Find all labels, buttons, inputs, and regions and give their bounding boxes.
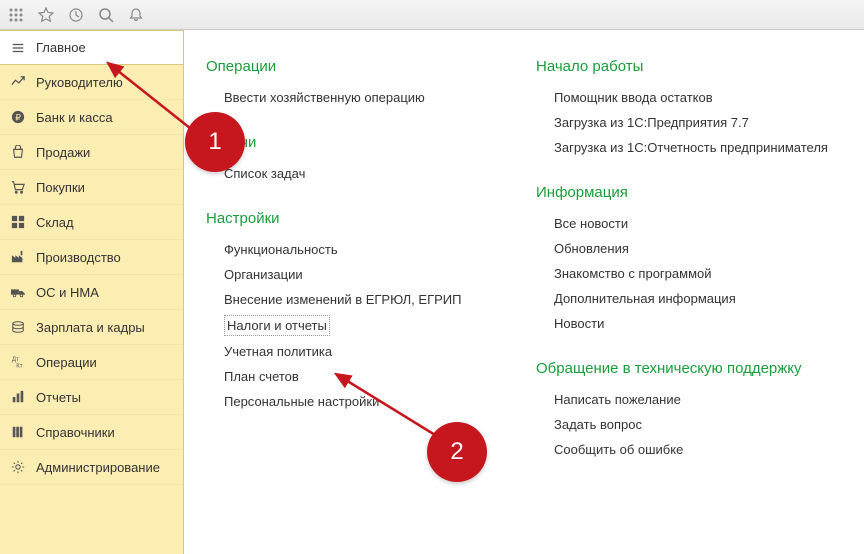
topbar — [0, 0, 864, 30]
coins-icon — [10, 319, 26, 335]
bars-icon — [10, 389, 26, 405]
annotation-circle-2: 2 — [427, 422, 487, 482]
section-title[interactable]: Настройки — [206, 210, 486, 227]
sidebar-item-label: Продажи — [36, 145, 90, 160]
section-link[interactable]: Налоги и отчеты — [224, 315, 330, 336]
section-link[interactable]: Задать вопрос — [536, 412, 856, 437]
sidebar-item-label: Главное — [36, 40, 86, 55]
section-link[interactable]: Организации — [206, 262, 486, 287]
content-right-col: Начало работыПомощник ввода остатковЗагр… — [536, 58, 856, 534]
section: Начало работыПомощник ввода остатковЗагр… — [536, 58, 856, 160]
section: Информация Все новостиОбновленияЗнакомств… — [536, 184, 856, 336]
section-link[interactable]: Обновления — [536, 236, 856, 261]
annotation-number-1: 1 — [208, 128, 221, 156]
section-link[interactable]: План счетов — [206, 364, 486, 389]
svg-text:Кт: Кт — [16, 362, 23, 369]
sidebar: Главное Руководителю ₽ Банк и касса Продажи П… — [0, 30, 184, 554]
section-title[interactable]: Операции — [206, 58, 486, 75]
section-title[interactable]: Начало работы — [536, 58, 856, 75]
section-link[interactable]: Персональные настройки — [206, 389, 486, 414]
sidebar-item-2[interactable]: ₽ Банк и касса — [0, 100, 183, 135]
sidebar-item-10[interactable]: Отчеты — [0, 380, 183, 415]
sidebar-item-label: ОС и НМА — [36, 285, 99, 300]
truck-icon — [10, 284, 26, 300]
section: Обращение в техническую поддержку Написат… — [536, 360, 856, 462]
sidebar-item-11[interactable]: Справочники — [0, 415, 183, 450]
sidebar-item-3[interactable]: Продажи — [0, 135, 183, 170]
section-link[interactable]: Новости — [536, 311, 856, 336]
sidebar-item-5[interactable]: Склад — [0, 205, 183, 240]
bell-icon[interactable] — [128, 7, 144, 23]
section-link[interactable]: Ввести хозяйственную операцию — [206, 85, 486, 110]
sidebar-item-label: Склад — [36, 215, 74, 230]
sidebar-item-9[interactable]: ДтКт Операции — [0, 345, 183, 380]
sidebar-item-label: Банк и касса — [36, 110, 113, 125]
annotation-circle-1: 1 — [185, 112, 245, 172]
section: Операции Ввести хозяйственную операцию — [206, 58, 486, 110]
section-title[interactable]: Информация — [536, 184, 856, 201]
content: Операции Ввести хозяйственную операцию Зад… — [184, 30, 864, 554]
sidebar-item-0[interactable]: Главное — [0, 30, 183, 65]
sidebar-item-label: Покупки — [36, 180, 85, 195]
section: Настройки ФункциональностьОрганизацииВнес… — [206, 210, 486, 414]
search-icon[interactable] — [98, 7, 114, 23]
section-link[interactable]: Знакомство с программой — [536, 261, 856, 286]
sidebar-item-label: Администрирование — [36, 460, 160, 475]
chart-icon — [10, 74, 26, 90]
sidebar-item-6[interactable]: Производство — [0, 240, 183, 275]
section-title[interactable]: Задачи — [206, 134, 486, 151]
sidebar-item-7[interactable]: ОС и НМА — [0, 275, 183, 310]
section-title[interactable]: Обращение в техническую поддержку — [536, 360, 856, 377]
section-link[interactable]: Учетная политика — [206, 339, 486, 364]
ruble-icon: ₽ — [10, 109, 26, 125]
sidebar-item-12[interactable]: Администрирование — [0, 450, 183, 485]
apps-icon[interactable] — [8, 7, 24, 23]
layout: Главное Руководителю ₽ Банк и касса Продажи П… — [0, 30, 864, 554]
history-icon[interactable] — [68, 7, 84, 23]
gear-icon — [10, 459, 26, 475]
section-link[interactable]: Помощник ввода остатков — [536, 85, 856, 110]
star-icon[interactable] — [38, 7, 54, 23]
section-link[interactable]: Внесение изменений в ЕГРЮЛ, ЕГРИП — [206, 287, 486, 312]
section-link[interactable]: Все новости — [536, 211, 856, 236]
sidebar-item-label: Операции — [36, 355, 97, 370]
section-link[interactable]: Список задач — [206, 161, 486, 186]
sidebar-item-4[interactable]: Покупки — [0, 170, 183, 205]
sidebar-item-label: Производство — [36, 250, 121, 265]
sidebar-item-label: Руководителю — [36, 75, 123, 90]
section: Задачи Список задач — [206, 134, 486, 186]
cart-icon — [10, 179, 26, 195]
section-link[interactable]: Написать пожелание — [536, 387, 856, 412]
dtkr-icon: ДтКт — [10, 354, 26, 370]
sidebar-item-1[interactable]: Руководителю — [0, 65, 183, 100]
section-link[interactable]: Функциональность — [206, 237, 486, 262]
sidebar-item-label: Зарплата и кадры — [36, 320, 145, 335]
bag-icon — [10, 144, 26, 160]
sidebar-item-8[interactable]: Зарплата и кадры — [0, 310, 183, 345]
sidebar-item-label: Справочники — [36, 425, 115, 440]
section-link[interactable]: Дополнительная информация — [536, 286, 856, 311]
section-link[interactable]: Загрузка из 1С:Отчетность предпринимател… — [536, 135, 856, 160]
books-icon — [10, 424, 26, 440]
menu-icon — [10, 40, 26, 56]
svg-text:₽: ₽ — [15, 113, 21, 123]
grid-icon — [10, 214, 26, 230]
sidebar-item-label: Отчеты — [36, 390, 81, 405]
annotation-number-2: 2 — [450, 438, 463, 466]
section-link[interactable]: Сообщить об ошибке — [536, 437, 856, 462]
factory-icon — [10, 249, 26, 265]
section-link[interactable]: Загрузка из 1С:Предприятия 7.7 — [536, 110, 856, 135]
